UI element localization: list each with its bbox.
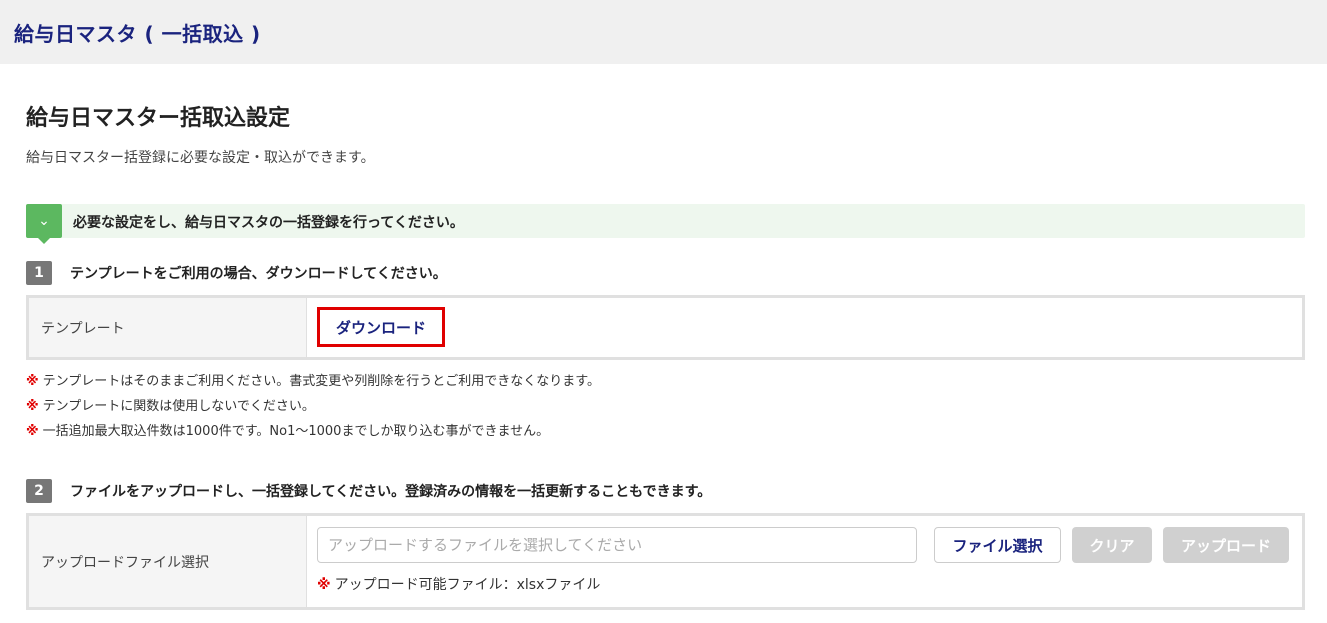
step-1-heading: 1 テンプレートをご利用の場合、ダウンロードしてください。	[26, 261, 447, 285]
upload-table: アップロードファイル選択 ファイル選択 クリア アップロード ※アップロード可能…	[26, 513, 1305, 610]
upload-note: ※ アップロード可能ファイル：xlsxファイル	[317, 574, 600, 594]
note-item: ※ テンプレートはそのままご利用ください。書式変更や列削除を行うとご利用できなくな…	[26, 372, 600, 397]
template-table: テンプレート ダウンロード	[26, 295, 1305, 360]
note-text: テンプレートに関数は使用しないでください。	[42, 399, 315, 414]
note-text: 一括追加最大取込件数は1000件です。No1～1000までしか取り込む事ができま…	[42, 424, 550, 439]
chevron-down-icon: ⌄	[26, 204, 62, 244]
instruction-notice: ⌄ 必要な設定をし、給与日マスタの一括登録を行ってください。	[26, 204, 1305, 244]
download-template-link[interactable]: ダウンロード	[317, 307, 445, 347]
page-description: 給与日マスター括登録に必要な設定・取込ができます。	[26, 150, 375, 166]
note-text: テンプレートはそのままご利用ください。書式変更や列削除を行うとご利用できなくなり…	[42, 374, 600, 389]
template-row-value: ダウンロード	[307, 298, 1302, 357]
note-item: ※ テンプレートに関数は使用しないでください。	[26, 397, 600, 422]
step-2-heading: 2 ファイルをアップロードし、一括登録してください。登録済みの情報を一括更新する…	[26, 479, 711, 503]
template-row-label: テンプレート	[29, 298, 307, 357]
file-select-button[interactable]: ファイル選択	[934, 527, 1061, 563]
upload-note-text: アップロード可能ファイル：xlsxファイル	[334, 577, 601, 593]
note-item: ※ 一括追加最大取込件数は1000件です。No1～1000までしか取り込む事ができ…	[26, 422, 600, 447]
page-header: 給与日マスタ ( 一括取込 )	[0, 0, 1327, 64]
note-mark: ※	[26, 399, 39, 414]
page-title: 給与日マスター括取込設定	[26, 106, 291, 131]
clear-button[interactable]: クリア	[1072, 527, 1152, 563]
chevron-glyph: ⌄	[38, 213, 50, 229]
notice-text: 必要な設定をし、給与日マスタの一括登録を行ってください。	[73, 215, 464, 231]
upload-file-input[interactable]	[317, 527, 917, 563]
upload-row-value: ファイル選択 クリア アップロード ※アップロード可能ファイル：xlsxファイル	[307, 516, 1302, 607]
note-mark: ※	[26, 424, 39, 439]
step-1-number: 1	[26, 261, 52, 285]
upload-row-label: アップロードファイル選択	[29, 516, 307, 607]
template-notes: ※ テンプレートはそのままご利用ください。書式変更や列削除を行うとご利用できなくな…	[26, 372, 600, 447]
step-1-text: テンプレートをご利用の場合、ダウンロードしてください。	[70, 266, 447, 282]
step-2-number: 2	[26, 479, 52, 503]
step-2-text: ファイルをアップロードし、一括登録してください。登録済みの情報を一括更新すること…	[70, 484, 712, 500]
note-mark: ※	[317, 577, 331, 593]
note-mark: ※	[26, 374, 39, 389]
upload-button[interactable]: アップロード	[1163, 527, 1289, 563]
header-title: 給与日マスタ ( 一括取込 )	[14, 22, 261, 46]
